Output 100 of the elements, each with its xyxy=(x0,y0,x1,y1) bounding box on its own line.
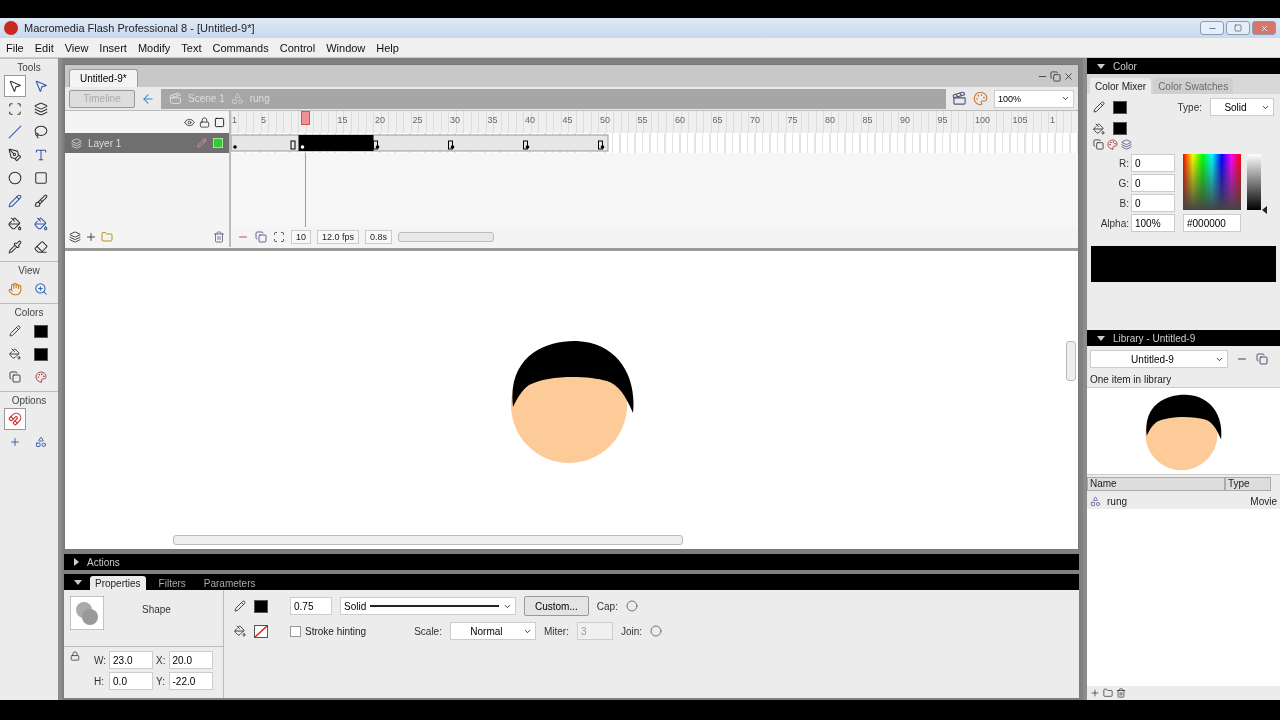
add-layer-icon xyxy=(69,231,81,243)
menu-item[interactable]: Control xyxy=(279,41,316,54)
join-icon xyxy=(650,625,663,637)
library-title: Library - Untitled-9 xyxy=(1113,332,1196,344)
onion-skin-icon xyxy=(255,231,267,243)
actions-title: Actions xyxy=(87,556,120,568)
fill-type-dropdown[interactable]: Solid xyxy=(1210,98,1274,116)
panel-tab[interactable]: Parameters xyxy=(198,576,261,590)
actions-bar[interactable]: Actions xyxy=(64,554,1079,570)
stroke-swatch[interactable] xyxy=(254,599,268,613)
color-spectrum[interactable] xyxy=(1183,154,1241,210)
y-field[interactable]: -22.0 xyxy=(168,672,213,690)
add-folder-icon xyxy=(101,231,113,243)
width-label: W: xyxy=(94,654,107,666)
panel-tab[interactable]: Color Swatches xyxy=(1153,78,1234,94)
x-field[interactable]: 20.0 xyxy=(168,651,213,669)
frame-number: 85 xyxy=(862,115,873,125)
frame-number: 70 xyxy=(750,115,760,125)
panel-tab[interactable]: Properties xyxy=(90,576,146,590)
stroke-width-field[interactable]: 0.75 xyxy=(290,597,332,615)
app-logo-icon xyxy=(4,21,18,35)
no-fill-swatch[interactable] xyxy=(254,624,268,638)
frame-number: 25 xyxy=(412,115,423,125)
lasso-icon xyxy=(34,125,48,139)
menu-item[interactable]: Modify xyxy=(137,41,171,54)
stroke-style-dropdown[interactable]: Solid xyxy=(340,597,516,615)
height-field[interactable]: 0.0 xyxy=(109,672,154,690)
column-header[interactable]: Name xyxy=(1087,477,1225,491)
frame-number: 1 xyxy=(1050,115,1055,125)
width-field[interactable]: 23.0 xyxy=(109,651,154,669)
height-label: H: xyxy=(94,675,105,687)
layer-row[interactable]: Layer 1 xyxy=(65,133,231,153)
vertical-scrollbar[interactable] xyxy=(1066,341,1076,381)
item-type: Movie xyxy=(1250,495,1277,507)
stroke-hinting-checkbox[interactable]: Stroke hinting xyxy=(290,625,367,637)
item-name[interactable]: rung xyxy=(1107,495,1245,507)
channel-field[interactable]: 0 xyxy=(1131,194,1175,212)
horizontal-scrollbar[interactable] xyxy=(173,535,683,545)
stroke-swatch[interactable] xyxy=(1113,100,1127,114)
eyedropper-icon xyxy=(8,240,22,254)
collapse-arrow-icon xyxy=(74,579,82,585)
column-header[interactable]: Type xyxy=(1225,477,1271,491)
selection-type: Shape xyxy=(142,604,171,615)
snap-button[interactable] xyxy=(4,408,26,430)
delete-layer-icon xyxy=(213,231,225,243)
library-dropdown[interactable]: Untitled-9 xyxy=(1090,350,1228,368)
edit-symbol-icon xyxy=(973,91,988,106)
selection-tool[interactable] xyxy=(4,75,26,97)
collapse-arrow-icon xyxy=(1097,335,1105,341)
plus-icon xyxy=(9,436,21,448)
oval-icon xyxy=(8,171,22,185)
shapes-icon xyxy=(35,436,47,448)
eye-icon xyxy=(184,116,195,128)
close-icon xyxy=(1063,70,1074,82)
edit-scene-icon xyxy=(952,91,967,106)
library-count: One item in library xyxy=(1089,373,1173,387)
new-library-icon xyxy=(1256,353,1268,365)
delete-icon xyxy=(1116,688,1126,698)
panel-tab[interactable]: Color Mixer xyxy=(1090,78,1152,94)
channel-field[interactable]: 100% xyxy=(1131,214,1175,232)
colors-heading: Colors xyxy=(0,303,58,320)
text-icon xyxy=(34,148,48,162)
frame-number: 20 xyxy=(375,115,385,125)
menu-item[interactable]: Help xyxy=(376,41,399,54)
ink-bottle-icon xyxy=(8,217,22,231)
frame-number: 30 xyxy=(450,115,460,125)
frame-number: 1 xyxy=(232,115,237,125)
y-label: Y: xyxy=(156,675,166,687)
document-tab[interactable]: Untitled-9* xyxy=(69,69,138,87)
zoom-dropdown[interactable]: 100% xyxy=(994,89,1074,108)
frame-number: 35 xyxy=(487,115,498,125)
menu-item[interactable]: Text xyxy=(181,41,202,54)
bucket-icon xyxy=(234,625,246,637)
menu-item[interactable]: File xyxy=(6,41,24,54)
shape-icon xyxy=(70,596,104,630)
panel-tab[interactable]: Filters xyxy=(153,576,191,590)
edit-frames-icon xyxy=(273,231,285,243)
brightness-thumb[interactable] xyxy=(1262,206,1267,214)
hex-field[interactable]: #000000 xyxy=(1183,214,1241,232)
scale-dropdown[interactable]: Normal xyxy=(449,622,536,640)
channel-label: G: xyxy=(1117,177,1129,189)
fill-swatch[interactable] xyxy=(1113,122,1127,135)
menu-item[interactable]: Edit xyxy=(34,41,54,54)
line-icon xyxy=(8,125,22,139)
elapsed-time: 0.8s xyxy=(365,230,393,244)
channel-field[interactable]: 0 xyxy=(1131,174,1175,192)
transform-icon xyxy=(8,102,22,116)
menu-item[interactable]: Window xyxy=(326,41,366,54)
channel-field[interactable]: 0 xyxy=(1131,154,1175,172)
zoom-icon xyxy=(34,282,48,296)
menu-item[interactable]: Insert xyxy=(99,41,127,54)
window-title: Macromedia Flash Professional 8 - [Untitled-9*] xyxy=(24,22,255,34)
clapperboard-icon xyxy=(169,92,182,105)
scale-label: Scale: xyxy=(414,625,442,637)
timeline-scrollbar[interactable] xyxy=(398,232,495,242)
custom-button[interactable]: Custom... xyxy=(524,596,589,616)
pen-icon xyxy=(8,148,22,162)
hand-icon xyxy=(8,282,22,296)
menu-item[interactable]: Commands xyxy=(212,41,269,54)
menu-item[interactable]: View xyxy=(64,41,89,54)
